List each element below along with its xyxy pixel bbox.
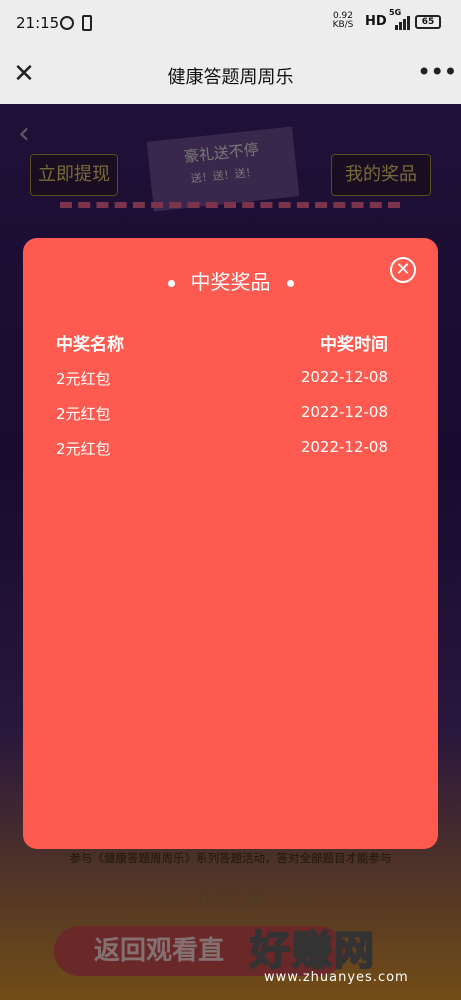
watermark-url: www.zhuanyes.com: [264, 970, 409, 985]
title-dot-left: [167, 280, 175, 287]
network-type: 5G: [389, 8, 402, 17]
vibrate-icon: [82, 15, 92, 31]
hd-indicator: HD: [365, 14, 387, 29]
prize-modal: 中奖奖品 ✕ 中奖名称 中奖时间 2元红包 2022-12-08 2元红包 20…: [23, 238, 438, 849]
column-header-name: 中奖名称: [56, 335, 124, 355]
prize-time: 2022-12-08: [300, 438, 388, 456]
battery-level: 65: [421, 17, 435, 27]
prize-name: 2元红包: [56, 370, 111, 388]
net-speed: 0.92 KB/S: [331, 12, 355, 30]
modal-close-icon[interactable]: ✕: [390, 257, 416, 283]
site-watermark: 好赚网 www.zhuanyes.com: [249, 918, 450, 990]
alarm-icon: [60, 16, 74, 30]
prize-time: 2022-12-08: [300, 368, 388, 386]
prize-row: 2元红包 2022-12-08: [56, 438, 388, 462]
nav-bar: ✕ 健康答题周周乐 •••: [0, 46, 461, 104]
prize-row: 2元红包 2022-12-08: [56, 368, 388, 392]
prize-name: 2元红包: [56, 405, 111, 423]
signal-icon: 5G: [389, 8, 411, 30]
status-time: 21:15: [16, 14, 60, 32]
watermark-logo: 好赚网: [249, 927, 376, 975]
more-icon[interactable]: •••: [417, 58, 457, 88]
prize-time: 2022-12-08: [300, 403, 388, 421]
status-bar: 21:15 0.92 KB/S HD 5G 65: [0, 0, 461, 46]
prize-name: 2元红包: [56, 440, 111, 458]
prize-row: 2元红包 2022-12-08: [56, 403, 388, 427]
modal-title-text: 中奖奖品: [190, 270, 271, 294]
title-dot-right: [286, 280, 294, 287]
battery-icon: 65: [415, 15, 441, 29]
page-title: 健康答题周周乐: [167, 67, 294, 88]
column-header-time: 中奖时间: [320, 335, 388, 355]
net-speed-unit: KB/S: [332, 20, 354, 30]
modal-title: 中奖奖品: [23, 266, 438, 295]
